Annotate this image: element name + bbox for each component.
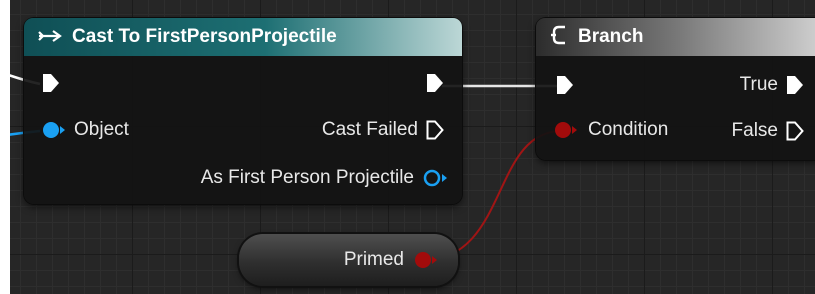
cast-failed-pin[interactable]: Cast Failed bbox=[322, 119, 444, 141]
false-output-pin[interactable]: False bbox=[732, 120, 804, 142]
false-label: False bbox=[731, 120, 778, 141]
branch-node-title: Branch bbox=[578, 26, 644, 47]
exec-out-icon bbox=[787, 76, 803, 94]
cast-node-header[interactable]: Cast To FirstPersonProjectile bbox=[24, 18, 462, 56]
primed-output-pin[interactable]: Primed bbox=[344, 249, 440, 271]
as-first-person-projectile-pin[interactable]: As First Person Projectile bbox=[201, 167, 448, 189]
object-input-pin[interactable]: Object bbox=[42, 119, 129, 141]
exec-in-icon bbox=[43, 74, 59, 92]
cast-node-title: Cast To FirstPersonProjectile bbox=[72, 26, 337, 47]
true-label: True bbox=[739, 74, 778, 95]
arrow-icon bbox=[38, 27, 64, 48]
as-first-person-projectile-label: As First Person Projectile bbox=[200, 167, 414, 188]
bool-out-pin-icon bbox=[415, 252, 437, 268]
branch-node-header[interactable]: Branch bbox=[536, 18, 815, 56]
condition-input-pin[interactable]: Condition bbox=[554, 119, 668, 141]
bool-pin-icon bbox=[555, 122, 577, 138]
exec-out-empty-icon bbox=[786, 121, 804, 141]
cast-exec-in-pin[interactable] bbox=[42, 73, 60, 93]
branch-icon bbox=[550, 24, 570, 51]
primed-variable-node[interactable]: Primed bbox=[239, 234, 458, 286]
exec-out-empty-icon bbox=[426, 120, 444, 140]
exec-in-icon bbox=[557, 76, 573, 94]
cast-to-firstpersonprojectile-node[interactable]: Cast To FirstPersonProjectile Object Cas… bbox=[24, 18, 462, 204]
exec-out-icon bbox=[427, 74, 443, 92]
true-output-pin[interactable]: True bbox=[740, 74, 804, 96]
primed-label: Primed bbox=[343, 249, 404, 270]
object-pin-label: Object bbox=[74, 119, 129, 140]
object-pin-icon bbox=[43, 122, 65, 138]
object-out-pin-icon bbox=[423, 169, 447, 187]
cast-exec-out-pin[interactable] bbox=[426, 73, 444, 93]
branch-node[interactable]: Branch True Condition False bbox=[536, 18, 815, 160]
branch-exec-in-pin[interactable] bbox=[556, 75, 574, 95]
condition-label: Condition bbox=[588, 119, 669, 140]
cast-failed-label: Cast Failed bbox=[321, 119, 418, 140]
blueprint-graph-canvas[interactable]: Cast To FirstPersonProjectile Object Cas… bbox=[10, 0, 815, 294]
